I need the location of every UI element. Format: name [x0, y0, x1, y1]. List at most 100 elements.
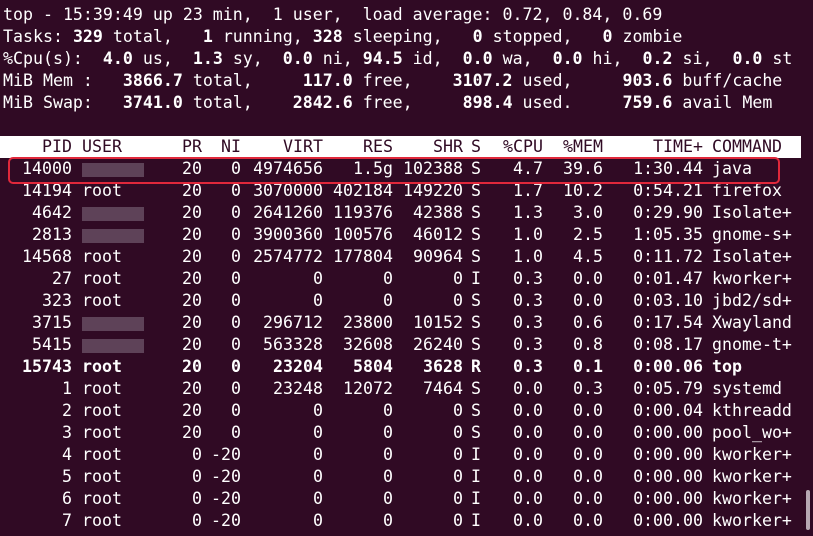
cell-shr: 3628 — [423, 357, 463, 376]
cell-pr: 0 — [192, 445, 202, 464]
cell-shr: 0 — [453, 401, 463, 420]
cell-cpu: 1.3 — [513, 203, 543, 222]
col-mem[interactable]: %MEM — [548, 136, 603, 158]
col-shr[interactable]: SHR — [395, 136, 463, 158]
process-row[interactable]: 6 root 0 -20 0 0 0 I 0.0 0.0 0:00.00 kworker+ — [0, 488, 801, 510]
cell-ni: -20 — [211, 445, 241, 464]
col-time[interactable]: TIME+ — [605, 136, 703, 158]
scrollbar-thumb[interactable] — [806, 490, 810, 530]
cell-ni: 0 — [231, 247, 241, 266]
process-row[interactable]: 4642 20 0 2641260 119376 42388 S 1.3 3.0 0:29.90 I… — [0, 202, 801, 224]
cell-s: S — [471, 203, 481, 222]
process-row[interactable]: 2813 20 0 3900360 100576 46012 S 1.0 2.5 1:05.35 g… — [0, 224, 801, 246]
swap-total: 3741.0 — [122, 93, 183, 112]
cpu-st: 0.0 — [732, 49, 763, 68]
column-header-row: PID USER PR NI VIRT RES SHR S %CPU %MEM … — [0, 136, 801, 158]
col-ni[interactable]: NI — [205, 136, 241, 158]
cell-virt: 0 — [313, 445, 323, 464]
process-row[interactable]: 323 root 20 0 0 0 0 S 0.3 0.0 0:03.10 jbd2/sd+ — [0, 290, 801, 312]
terminal-window[interactable]: { "summary": { "line1": "top - 15:39:49 … — [0, 0, 813, 536]
swap-avail-label: avail Mem — [672, 93, 773, 112]
cell-shr: 0 — [453, 467, 463, 486]
cpu-hi-label: hi, — [582, 49, 643, 68]
cell-shr: 0 — [453, 269, 463, 288]
process-row[interactable]: 5 root 0 -20 0 0 0 I 0.0 0.0 0:00.00 kworker+ — [0, 466, 801, 488]
tasks-total: 329 — [72, 27, 103, 46]
cell-user: root — [82, 247, 122, 266]
cell-pid: 7 — [62, 511, 72, 530]
tasks-running: 1 — [202, 27, 213, 46]
cpu-us-label: us, — [132, 49, 193, 68]
cell-mem: 0.0 — [573, 511, 603, 530]
cell-mem: 0.1 — [573, 357, 603, 376]
cell-pr: 20 — [182, 203, 202, 222]
process-row[interactable]: 2 root 20 0 0 0 0 S 0.0 0.0 0:00.04 kthreadd — [0, 400, 801, 422]
cell-shr: 0 — [453, 291, 463, 310]
cell-user: root — [82, 291, 122, 310]
cell-cpu: 0.3 — [513, 269, 543, 288]
process-row[interactable]: 5415 20 0 563328 32608 26240 S 0.3 0.8 0:08.17 gno… — [0, 334, 801, 356]
process-row[interactable]: 4 root 0 -20 0 0 0 I 0.0 0.0 0:00.00 kworker+ — [0, 444, 801, 466]
cell-ni: 0 — [231, 269, 241, 288]
cell-pr: 20 — [182, 291, 202, 310]
process-row[interactable]: 3715 20 0 296712 23800 10152 S 0.3 0.6 0:17.54 Xwa… — [0, 312, 801, 334]
col-pr[interactable]: PR — [160, 136, 202, 158]
cell-pid: 4 — [62, 445, 72, 464]
cell-cpu: 0.0 — [513, 379, 543, 398]
cell-res: 0 — [383, 401, 393, 420]
col-virt[interactable]: VIRT — [245, 136, 323, 158]
cell-pid: 27 — [52, 269, 72, 288]
process-row[interactable]: 27 root 20 0 0 0 0 I 0.3 0.0 0:01.47 kworker+ — [0, 268, 801, 290]
cell-pid: 323 — [42, 291, 72, 310]
cell-virt: 2641260 — [253, 203, 323, 222]
col-pid[interactable]: PID — [0, 136, 72, 158]
cell-mem: 3.0 — [573, 203, 603, 222]
process-row[interactable]: 14568 root 20 0 2574772 177804 90964 S 1.0 4.5 0:1… — [0, 246, 801, 268]
cell-res: 0 — [383, 489, 393, 508]
cell-time: 0:11.72 — [633, 247, 703, 266]
cell-virt: 0 — [313, 423, 323, 442]
cell-command: kworker+ — [712, 511, 792, 530]
cell-ni: 0 — [231, 313, 241, 332]
cell-shr: 0 — [453, 445, 463, 464]
mem-used: 3107.2 — [452, 71, 513, 90]
cell-res: 119376 — [333, 203, 393, 222]
scrollbar[interactable] — [803, 0, 813, 536]
cell-s: S — [471, 313, 481, 332]
cell-cpu: 0.3 — [513, 291, 543, 310]
cpu-id: 94.5 — [362, 49, 403, 68]
cell-virt: 0 — [313, 291, 323, 310]
col-command[interactable]: COMMAND — [712, 136, 801, 158]
cell-cpu: 0.3 — [513, 335, 543, 354]
cell-ni: 0 — [231, 291, 241, 310]
cell-pid: 3715 — [32, 313, 72, 332]
cell-shr: 0 — [453, 511, 463, 530]
cpu-ni: 0.0 — [282, 49, 313, 68]
cell-shr: 46012 — [413, 225, 463, 244]
swap-used: 898.4 — [462, 93, 513, 112]
col-user[interactable]: USER — [82, 136, 172, 158]
redacted-user — [82, 339, 144, 353]
cell-time: 0:29.90 — [633, 203, 703, 222]
col-s[interactable]: S — [471, 136, 485, 158]
cell-mem: 0.6 — [573, 313, 603, 332]
col-cpu[interactable]: %CPU — [488, 136, 543, 158]
process-row[interactable]: 3 root 20 0 0 0 0 S 0.0 0.0 0:00.00 pool_wo+ — [0, 422, 801, 444]
col-res[interactable]: RES — [325, 136, 393, 158]
mem-line: MiB Mem : 3866.7 total, 117.0 free, 3107… — [3, 70, 782, 92]
cpu-hi: 0.0 — [552, 49, 583, 68]
process-row[interactable]: 1 root 20 0 23248 12072 7464 S 0.0 0.3 0:05.79 syst… — [0, 378, 801, 400]
process-row[interactable]: 7 root 0 -20 0 0 0 I 0.0 0.0 0:00.00 kworker+ — [0, 510, 801, 532]
mem-label: MiB Mem : — [3, 71, 123, 90]
tasks-zombie: 0 — [602, 27, 613, 46]
process-row[interactable]: 15743 root 20 0 23204 5804 3628 R 0.3 0.1 0:00.06 t… — [0, 356, 801, 378]
cell-command: kworker+ — [712, 467, 792, 486]
cell-time: 0:00.00 — [633, 489, 703, 508]
cell-cpu: 0.0 — [513, 489, 543, 508]
cell-time: 0:00.06 — [633, 357, 703, 376]
tasks-stopped-label: stopped, — [482, 27, 603, 46]
cell-pr: 20 — [182, 379, 202, 398]
cell-ni: -20 — [211, 467, 241, 486]
cpu-sy-label: sy, — [222, 49, 283, 68]
cell-s: S — [471, 247, 481, 266]
